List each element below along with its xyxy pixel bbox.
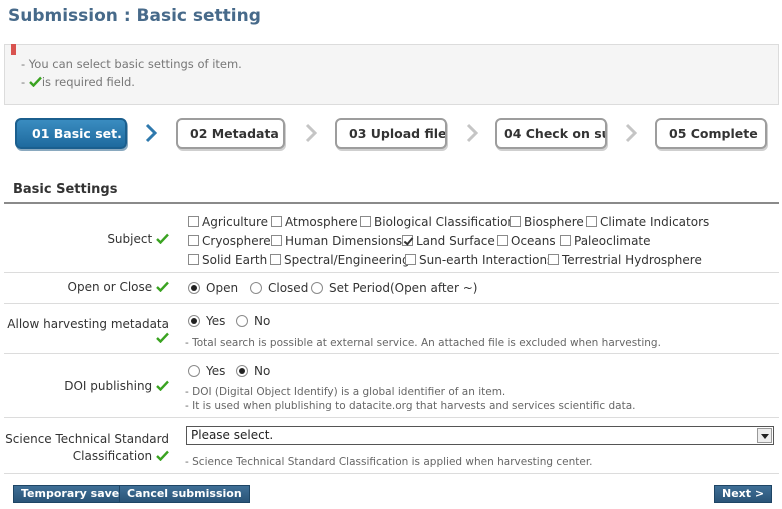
doi-yes-radio[interactable]: Yes (188, 364, 225, 378)
chevron-right-icon (305, 123, 318, 143)
radio[interactable] (236, 315, 248, 327)
open-close-label: Open or Close (4, 280, 179, 294)
radio[interactable] (311, 282, 323, 294)
section-title: Basic Settings (13, 182, 118, 197)
doi-note-1: - DOI (Digital Object Identify) is a glo… (185, 386, 506, 398)
subject-human-dimensions[interactable]: Human Dimensions (271, 234, 402, 248)
subject-terrestrial-hydrosphere[interactable]: Terrestrial Hydrosphere (548, 253, 702, 267)
checkbox[interactable] (510, 216, 521, 227)
open-close-row: Open or Close Open Closed Set Period(Ope… (4, 273, 779, 304)
basic-settings-form: Subject Agriculture Atmosphere Biologica… (4, 202, 779, 474)
required-check-icon (156, 332, 169, 343)
flag-icon (11, 44, 16, 55)
doi-row: DOI publishing Yes No - DOI (Digital Obj… (4, 354, 779, 418)
subject-cryosphere[interactable]: Cryosphere (188, 234, 271, 248)
checkbox[interactable] (271, 216, 282, 227)
required-check-icon (156, 450, 169, 461)
required-check-icon (28, 76, 42, 87)
step-basic-settings: 01 Basic set. (15, 118, 127, 149)
doi-no-radio[interactable]: No (236, 364, 270, 378)
harvesting-yes-radio[interactable]: Yes (188, 314, 225, 328)
checkbox[interactable] (188, 254, 199, 265)
harvesting-label: Allow harvesting metadata (4, 317, 179, 345)
radio-selected[interactable] (188, 282, 200, 294)
subject-row: Subject Agriculture Atmosphere Biologica… (4, 204, 779, 273)
checkbox-checked[interactable] (402, 235, 413, 246)
chevron-right-icon (145, 123, 158, 143)
checkbox[interactable] (271, 235, 282, 246)
cancel-submission-button[interactable]: Cancel submission (119, 485, 250, 503)
checkbox[interactable] (270, 254, 281, 265)
subject-spectral-engineering[interactable]: Spectral/Engineering (270, 253, 410, 267)
step-metadata: 02 Metadata (176, 118, 285, 149)
page-title: Submission : Basic setting (8, 6, 261, 26)
notice-line-2: - is required field. (21, 75, 135, 89)
radio-selected[interactable] (188, 315, 200, 327)
notice-line-1: - You can select basic settings of item. (21, 57, 242, 71)
harvesting-no-radio[interactable]: No (236, 314, 270, 328)
step-indicator: 01 Basic set. 02 Metadata 03 Upload file… (0, 116, 782, 152)
subject-biological-classification[interactable]: Biological Classification (360, 215, 515, 229)
classification-select[interactable]: Please select. (186, 426, 774, 445)
subject-oceans[interactable]: Oceans (497, 234, 556, 248)
dropdown-arrow-icon[interactable] (757, 428, 772, 443)
step-upload-file: 03 Upload file (335, 118, 447, 149)
step-complete: 05 Complete (655, 118, 767, 149)
next-button[interactable]: Next > (714, 485, 773, 503)
subject-agriculture[interactable]: Agriculture (188, 215, 268, 229)
required-check-icon (156, 281, 169, 292)
subject-label: Subject (4, 232, 179, 246)
checkbox[interactable] (586, 216, 597, 227)
subject-atmosphere[interactable]: Atmosphere (271, 215, 358, 229)
required-check-icon (156, 380, 169, 391)
closed-radio[interactable]: Closed (250, 281, 308, 295)
radio[interactable] (250, 282, 262, 294)
checkbox[interactable] (560, 235, 571, 246)
radio[interactable] (188, 365, 200, 377)
harvesting-note: - Total search is possible at external s… (185, 337, 661, 349)
checkbox[interactable] (360, 216, 371, 227)
subject-biosphere[interactable]: Biosphere (510, 215, 584, 229)
checkbox[interactable] (188, 216, 199, 227)
chevron-right-icon (625, 123, 638, 143)
classification-row: Science Technical Standard Classificatio… (4, 418, 779, 474)
subject-solid-earth[interactable]: Solid Earth (188, 253, 267, 267)
open-radio[interactable]: Open (188, 281, 238, 295)
set-period-radio[interactable]: Set Period(Open after ~) (311, 281, 477, 295)
classification-note: - Science Technical Standard Classificat… (185, 456, 593, 468)
notice-box: - You can select basic settings of item.… (4, 44, 779, 105)
radio-selected[interactable] (236, 365, 248, 377)
temporary-save-button[interactable]: Temporary save (13, 485, 128, 503)
subject-paleoclimate[interactable]: Paleoclimate (560, 234, 651, 248)
subject-sun-earth-interactions[interactable]: Sun-earth Interactions (405, 253, 553, 267)
checkbox[interactable] (188, 235, 199, 246)
chevron-right-icon (466, 123, 479, 143)
harvesting-row: Allow harvesting metadata Yes No - Total… (4, 304, 779, 354)
checkbox[interactable] (548, 254, 559, 265)
checkbox[interactable] (497, 235, 508, 246)
required-check-icon (156, 233, 169, 244)
step-check-on-submission: 04 Check on submission (495, 118, 607, 149)
doi-label: DOI publishing (4, 379, 179, 393)
checkbox[interactable] (405, 254, 416, 265)
subject-climate-indicators[interactable]: Climate Indicators (586, 215, 709, 229)
subject-land-surface[interactable]: Land Surface (402, 234, 495, 248)
doi-note-2: - It is used when plublishing to datacit… (185, 400, 636, 412)
classification-label: Science Technical Standard Classificatio… (5, 432, 169, 463)
